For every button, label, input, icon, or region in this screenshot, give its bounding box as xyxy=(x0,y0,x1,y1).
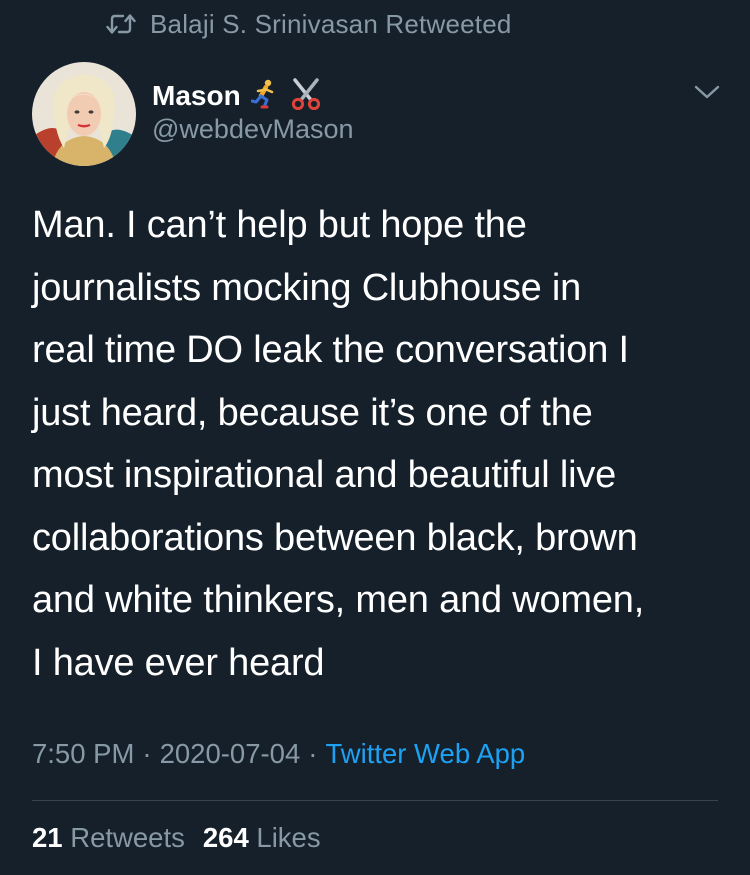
tweet-date[interactable]: 2020-07-04 xyxy=(160,738,301,769)
retweets-stat[interactable]: 21 Retweets xyxy=(32,822,185,853)
user-handle[interactable]: @webdevMason xyxy=(152,114,354,145)
tweet-detail-page: Balaji S. Srinivasan Retweeted Mason @we… xyxy=(0,0,750,875)
display-name-row[interactable]: Mason xyxy=(152,76,323,116)
tweet-stats: 21 Retweets 264 Likes xyxy=(32,822,321,854)
tweet-text-line: collaborations between black, brown xyxy=(32,516,638,559)
tweet-metadata: 7:50 PM · 2020-07-04 · Twitter Web App xyxy=(32,738,525,770)
likes-label: Likes xyxy=(256,822,321,853)
retweet-icon xyxy=(106,13,136,35)
avatar-photo xyxy=(32,62,136,166)
scissors-emoji xyxy=(289,77,323,115)
likes-count: 264 xyxy=(202,822,249,853)
tweet-source-link[interactable]: Twitter Web App xyxy=(325,738,525,769)
tweet-time[interactable]: 7:50 PM xyxy=(32,738,134,769)
meta-separator: · xyxy=(142,738,152,769)
display-name: Mason xyxy=(152,80,241,111)
avatar[interactable] xyxy=(32,62,136,166)
meta-separator: · xyxy=(308,738,318,769)
tweet-text-line: journalists mocking Clubhouse in xyxy=(32,266,582,309)
chevron-down-icon[interactable] xyxy=(694,84,720,100)
tweet-text-line: Man. I can’t help but hope the xyxy=(32,204,527,246)
retweets-label: Retweets xyxy=(70,822,185,853)
likes-stat[interactable]: 264 Likes xyxy=(203,822,321,853)
tweet-text-line: I have ever heard xyxy=(32,641,325,684)
retweeted-by-bar[interactable]: Balaji S. Srinivasan Retweeted xyxy=(106,6,512,42)
tweet-text-line: real time DO leak the conversation I xyxy=(32,329,629,371)
retweeted-by-label: Balaji S. Srinivasan Retweeted xyxy=(150,8,512,39)
retweets-count: 21 xyxy=(32,822,63,853)
tweet-text: Man. I can’t help but hope the journalis… xyxy=(32,194,722,694)
runner-emoji xyxy=(250,79,279,114)
divider xyxy=(32,800,718,801)
tweet-text-line: just heard, because it’s one of the xyxy=(32,391,593,434)
tweet-text-line: and white thinkers, men and women, xyxy=(32,579,645,621)
tweet-text-line: most inspirational and beautiful live xyxy=(32,454,617,496)
